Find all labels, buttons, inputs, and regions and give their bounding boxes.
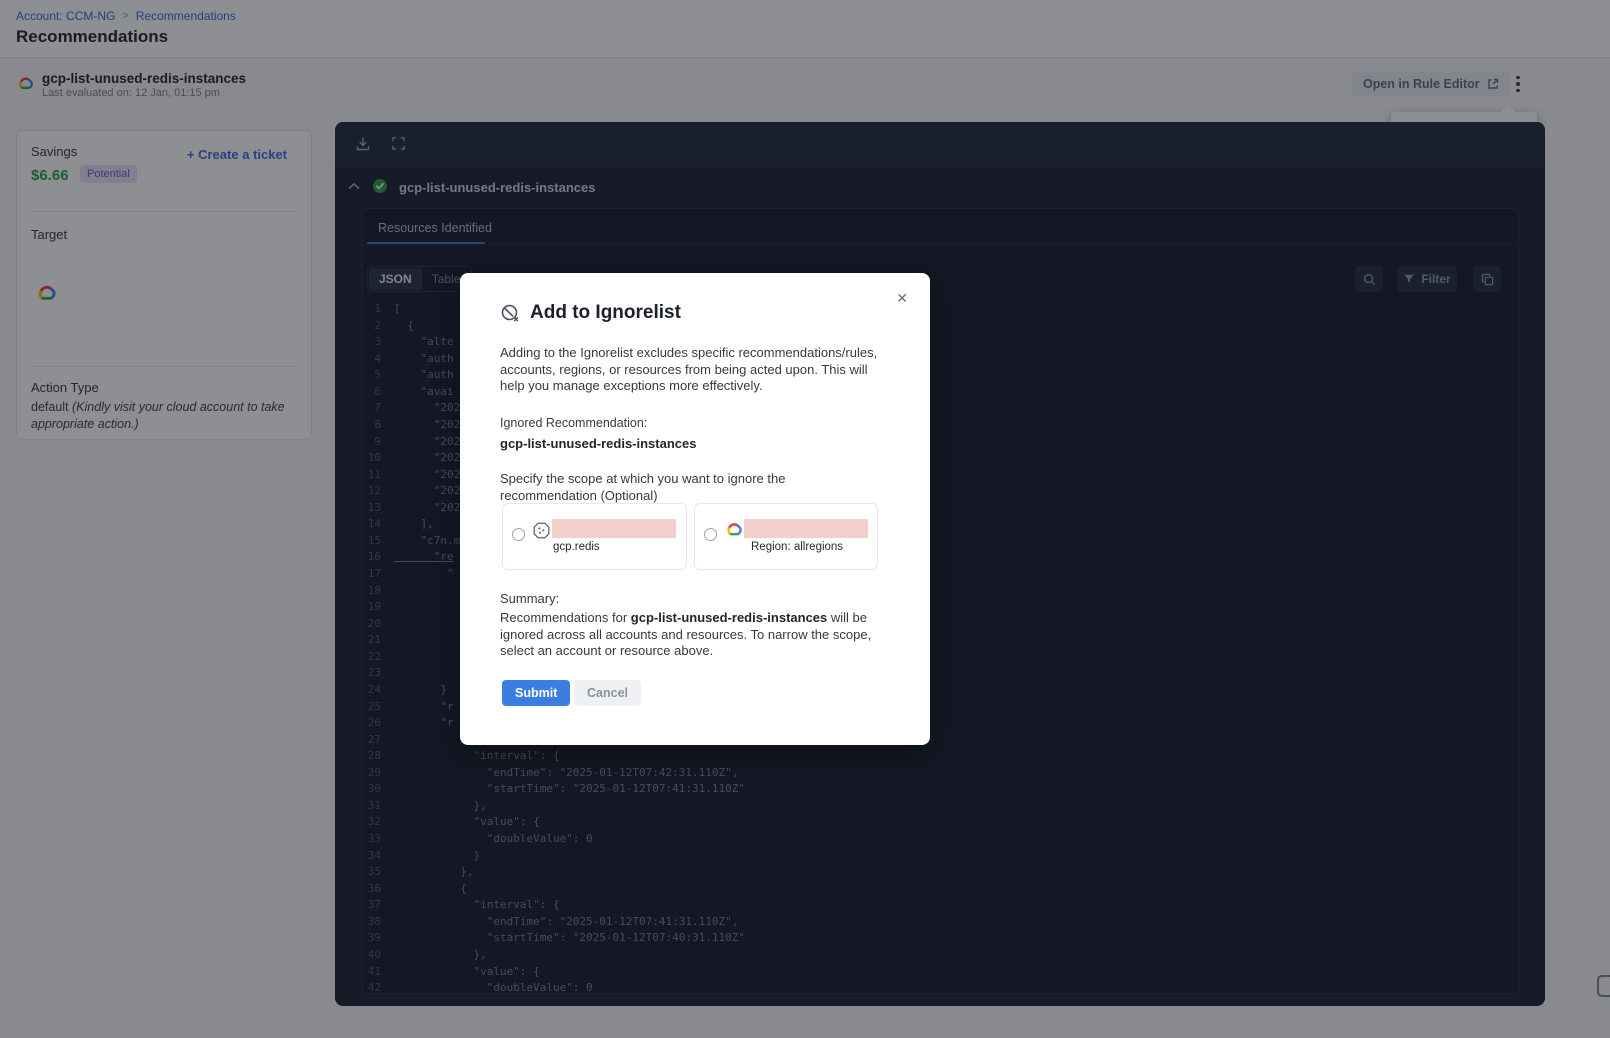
- submit-button[interactable]: Submit: [502, 680, 570, 706]
- add-to-ignorelist-modal: Add to Ignorelist ✕ Adding to the Ignore…: [460, 273, 930, 745]
- scope-option-resource[interactable]: gcp.redis: [502, 503, 687, 570]
- scope-label: Specify the scope at which you want to i…: [500, 471, 882, 504]
- scope-option-region[interactable]: Region: allregions: [694, 503, 878, 570]
- modal-header: Add to Ignorelist: [500, 302, 681, 324]
- summary-label: Summary:: [500, 591, 559, 606]
- summary-text: Recommendations for gcp-list-unused-redi…: [500, 610, 882, 660]
- ignored-recommendation-label: Ignored Recommendation:: [500, 416, 647, 430]
- resource-radio[interactable]: [512, 528, 525, 541]
- gcp-cloud-icon: [724, 521, 744, 537]
- ignore-ban-icon: [500, 303, 521, 324]
- region-radio[interactable]: [704, 528, 717, 541]
- gcp-redis-icon: [532, 521, 551, 540]
- ignored-recommendation-value: gcp-list-unused-redis-instances: [500, 436, 696, 451]
- resource-option-caption: gcp.redis: [553, 541, 600, 553]
- modal-title: Add to Ignorelist: [530, 302, 681, 324]
- redacted-resource-name: [552, 519, 676, 538]
- redacted-account-name: [744, 519, 868, 538]
- modal-description: Adding to the Ignorelist excludes specif…: [500, 345, 882, 395]
- modal-close-icon[interactable]: ✕: [892, 287, 912, 309]
- summary-recommendation-name: gcp-list-unused-redis-instances: [631, 610, 827, 625]
- region-option-caption: Region: allregions: [751, 541, 843, 553]
- cancel-button[interactable]: Cancel: [574, 680, 641, 706]
- summary-prefix: Recommendations for: [500, 610, 631, 625]
